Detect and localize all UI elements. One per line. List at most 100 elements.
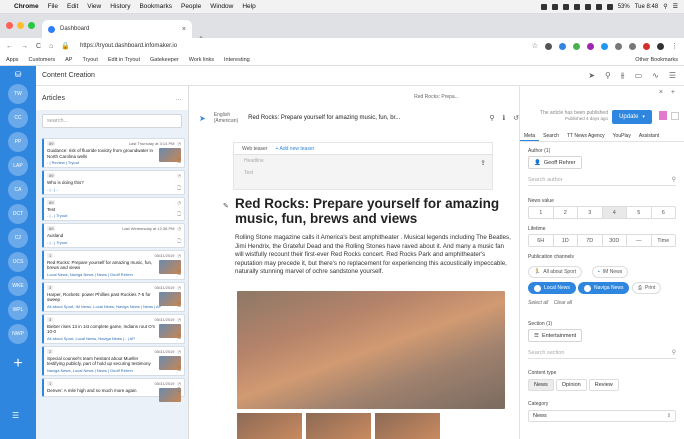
section-search-input[interactable]: Search section ⚲ (528, 347, 676, 359)
search-icon[interactable]: ⚲ (605, 71, 611, 81)
content-type-review[interactable]: Review (588, 379, 619, 391)
bookmark-ap[interactable]: AP (65, 57, 72, 63)
article-card[interactable]: 1 05/31/2019 ◷ Denver: A mile high and so m… (42, 377, 185, 402)
menu-people[interactable]: People (181, 3, 201, 10)
menu-window[interactable]: Window (210, 3, 233, 10)
extension-icon[interactable] (559, 42, 566, 50)
tab-tt-news-agency[interactable]: TT News Agency (563, 130, 609, 141)
bookmark-gatekeeper[interactable]: Gatekeeper (150, 57, 179, 63)
channel-print[interactable]: ⎙ Print (632, 282, 662, 294)
tab-assistant[interactable]: Assistant (635, 130, 663, 141)
chevron-down-icon[interactable]: ▾ (642, 114, 645, 120)
add-teaser-button[interactable]: + Add new teaser (275, 146, 314, 152)
rail-item[interactable]: OCS (8, 252, 28, 272)
rail-item[interactable]: WKE (8, 276, 28, 296)
teaser-text-field[interactable]: Text (234, 167, 492, 179)
other-bookmarks[interactable]: Other Bookmarks (635, 57, 678, 63)
status-icon[interactable] (540, 3, 547, 10)
menu-file[interactable]: File (48, 3, 58, 10)
minimize-window-button[interactable] (17, 22, 24, 29)
add-button[interactable]: + (8, 355, 28, 373)
author-search-input[interactable]: Search author ⚲ (528, 174, 676, 186)
article-headline[interactable]: Red Rocks: Prepare yourself for amazing … (235, 196, 515, 226)
rail-item[interactable]: C2 (8, 228, 28, 248)
home-icon[interactable]: ⌂ (49, 43, 53, 50)
channel-all-about-sport[interactable]: 🏃 All about Sport (528, 266, 583, 278)
status-icon[interactable] (562, 3, 569, 10)
gallery-thumbnail[interactable] (306, 413, 371, 439)
article-card[interactable]: 89 ◷ Who is doing this? - | - | - 🗋 (42, 170, 185, 195)
rail-item[interactable]: LAP (8, 156, 28, 176)
lifetime-option[interactable]: 6H (529, 235, 554, 246)
extension-icon[interactable] (601, 42, 608, 50)
content-type-news[interactable]: News (528, 379, 554, 391)
lifetime-option[interactable]: 1D (554, 235, 578, 246)
url-field[interactable]: https://tryout.dashboard.infomaker.io (80, 43, 177, 49)
rail-item[interactable]: DCT (8, 204, 28, 224)
news-value-option[interactable]: 3 (578, 207, 603, 218)
window-icon[interactable]: ▭ (635, 71, 643, 81)
gallery-thumbnail[interactable] (237, 413, 302, 439)
bookmark-tryout[interactable]: Tryout (82, 57, 97, 63)
menu-bookmarks[interactable]: Bookmarks (139, 3, 172, 10)
status-icon[interactable] (584, 3, 591, 10)
menu-view[interactable]: View (87, 3, 101, 10)
article-image[interactable] (237, 291, 505, 409)
status-icon[interactable] (573, 3, 580, 10)
bookmark-work-links[interactable]: Work links (189, 57, 214, 63)
rail-item[interactable]: WPL (8, 300, 28, 320)
category-select[interactable]: News ⇕ (528, 410, 676, 422)
update-button[interactable]: Update ▾ (612, 110, 652, 124)
bookmark-flag-icon[interactable] (659, 111, 667, 120)
article-card[interactable]: 89 Last Wednesday at 12:38 PM ◷ Ausland - | … (42, 223, 185, 248)
news-value-option[interactable]: 5 (627, 207, 652, 218)
extension-icon[interactable] (615, 42, 622, 50)
tab-web-teaser[interactable]: Web teaser (242, 146, 267, 152)
author-chip[interactable]: 👤 Geoff Rehrer (528, 156, 582, 169)
extension-icon[interactable] (629, 42, 636, 50)
close-window-button[interactable] (6, 22, 13, 29)
app-logo-icon[interactable]: ⛁ (11, 70, 25, 80)
tab-youplay[interactable]: YouPlay (609, 130, 635, 141)
rail-item[interactable]: TW (8, 84, 28, 104)
bookmark-customers[interactable]: Customers (29, 57, 56, 63)
channel-naviga-news[interactable]: Naviga News (578, 282, 630, 294)
zoom-window-button[interactable] (28, 22, 35, 29)
gallery-thumbnail[interactable] (375, 413, 440, 439)
rail-item[interactable]: NWP (8, 324, 28, 344)
profile-avatar[interactable] (657, 42, 664, 50)
rail-item[interactable]: CA (8, 180, 28, 200)
lifetime-option[interactable]: 7D (578, 235, 603, 246)
hamburger-icon[interactable]: ☰ (669, 71, 676, 81)
content-type-opinion[interactable]: Opinion (555, 379, 587, 391)
article-card[interactable]: 89 ◷ Test - | - | Tryout 🗋 (42, 196, 185, 221)
send-icon[interactable]: ➤ (199, 114, 206, 123)
channel-im-news[interactable]: ▪ IM News (592, 266, 629, 278)
pulse-icon[interactable]: ∿ (652, 71, 659, 81)
search-icon[interactable]: ⚲ (663, 3, 667, 10)
sliders-icon[interactable]: ⫵ (621, 71, 625, 81)
article-card[interactable]: 2 05/31/2019 ◷ Special counsel's team hesit… (42, 345, 185, 376)
wifi-icon[interactable] (606, 3, 613, 10)
channel-local-news[interactable]: Local News (528, 282, 576, 294)
menu-history[interactable]: History (110, 3, 130, 10)
send-icon[interactable]: ➤ (588, 71, 595, 81)
browser-tab-dashboard[interactable]: Dashboard × (42, 20, 192, 38)
tab-meta[interactable]: Meta (520, 130, 540, 141)
close-tab-icon[interactable]: × (182, 26, 186, 33)
clock[interactable]: Tue 8:48 (635, 4, 658, 10)
plus-icon[interactable]: + (671, 89, 675, 96)
article-card[interactable]: 1 05/31/2019 ◷ Red Rocks: Prepare yourself … (42, 249, 185, 280)
reload-icon[interactable]: C (36, 43, 41, 50)
status-icon[interactable] (595, 3, 602, 10)
lifetime-option[interactable]: Time (652, 235, 676, 246)
menu-edit[interactable]: Edit (67, 3, 78, 10)
article-card[interactable]: 3 05/31/2019 ◷ Bieber rises 13 in 1st compl… (42, 313, 185, 344)
news-value-option[interactable]: 2 (554, 207, 578, 218)
search-icon[interactable]: ⚲ (489, 114, 494, 122)
bookmark-edit-in-tryout[interactable]: Edit in Tryout (108, 57, 140, 63)
checkbox[interactable] (671, 112, 679, 120)
menu-chrome[interactable]: Chrome (14, 3, 39, 10)
lifetime-option[interactable]: — (627, 235, 652, 246)
teaser-headline-field[interactable]: Headline (234, 155, 492, 167)
